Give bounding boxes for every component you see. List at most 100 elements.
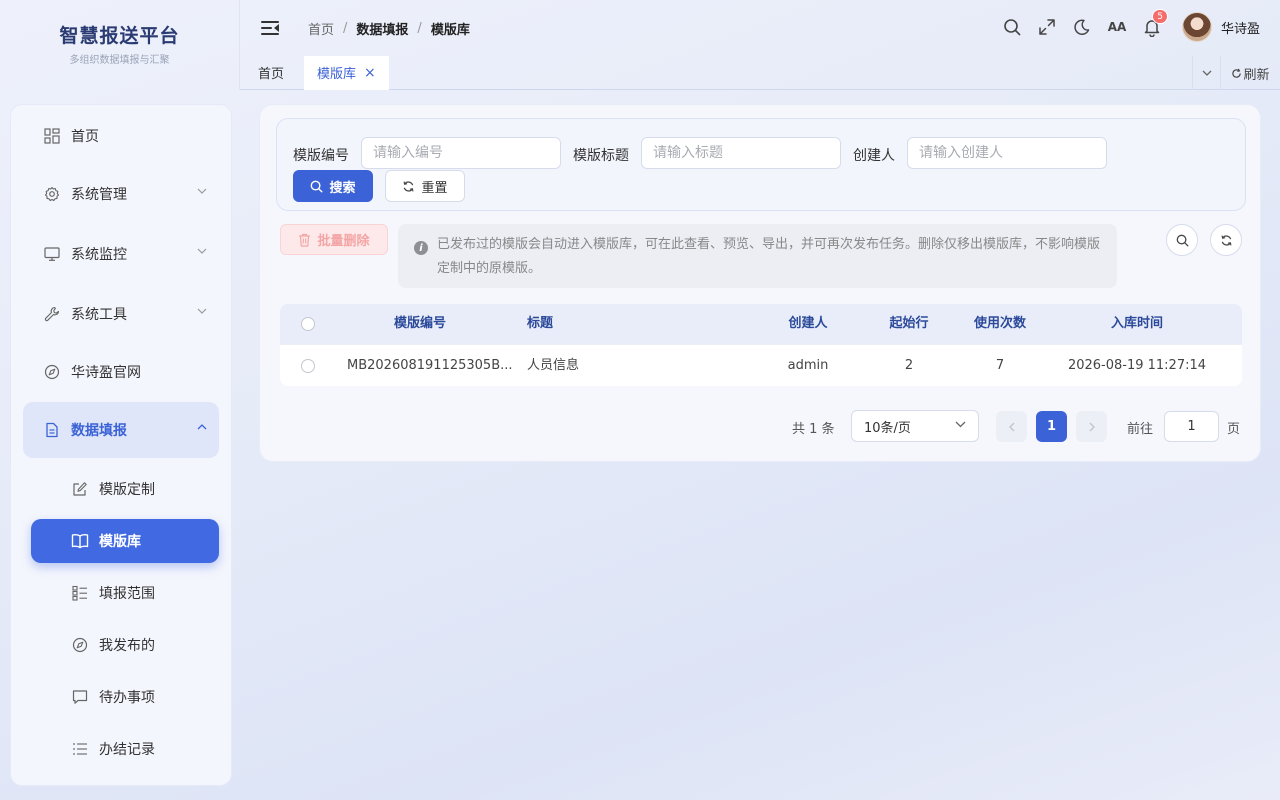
tabs-dropdown-button[interactable] bbox=[1192, 56, 1220, 90]
notice-text: 已发布过的模版会自动进入模版库，可在此查看、预览、导出，并可再次发布任务。删除仅… bbox=[437, 237, 1101, 276]
sidebar-subitem-label: 模版库 bbox=[99, 534, 141, 550]
sidebar-subitem-todo[interactable]: 待办事项 bbox=[31, 675, 219, 719]
info-notice: i 已发布过的模版会自动进入模版库，可在此查看、预览、导出，并可再次发布任务。删… bbox=[398, 224, 1117, 288]
sidebar-subitem-template-library[interactable]: 模版库 bbox=[31, 519, 219, 563]
compass-icon bbox=[71, 636, 89, 654]
top-bar: 首页 / 数据填报 / 模版库 AA 5 华诗盈 bbox=[240, 0, 1280, 56]
creator-input[interactable] bbox=[907, 137, 1107, 169]
code-input[interactable] bbox=[361, 137, 561, 169]
cell-template-code: MB202608191125305B... bbox=[347, 358, 513, 373]
breadcrumb-home[interactable]: 首页 bbox=[308, 19, 334, 38]
goto-label: 前往 bbox=[1127, 422, 1154, 437]
monitor-icon bbox=[43, 245, 61, 263]
sidebar-subitem-template-custom[interactable]: 模版定制 bbox=[31, 467, 219, 511]
prev-page-button[interactable] bbox=[996, 411, 1027, 442]
header-actions: AA 5 华诗盈 bbox=[987, 9, 1260, 42]
cell-use-count: 7 bbox=[995, 358, 1005, 373]
reset-button[interactable]: 重置 bbox=[385, 170, 465, 202]
user-name[interactable]: 华诗盈 bbox=[1221, 18, 1260, 37]
chevron-down-icon bbox=[197, 188, 207, 194]
batch-delete-label: 批量删除 bbox=[317, 234, 370, 249]
refresh-icon bbox=[1220, 234, 1232, 246]
document-icon bbox=[43, 421, 61, 439]
next-page-button[interactable] bbox=[1076, 411, 1107, 442]
list-icon bbox=[71, 740, 89, 758]
goto-page-input[interactable] bbox=[1164, 411, 1219, 442]
row-checkbox[interactable] bbox=[301, 359, 315, 373]
code-label: 模版编号 bbox=[293, 148, 349, 164]
fullscreen-icon[interactable] bbox=[1037, 17, 1057, 37]
compass-icon bbox=[43, 363, 61, 381]
close-icon[interactable]: × bbox=[364, 65, 376, 81]
font-size-icon[interactable]: AA bbox=[1107, 17, 1127, 37]
table-row[interactable]: MB202608191125305B... 人员信息 admin 2 7 202… bbox=[280, 344, 1242, 386]
edit-icon bbox=[71, 480, 89, 498]
chevron-right-icon bbox=[1089, 422, 1095, 431]
bell-icon[interactable]: 5 bbox=[1142, 9, 1168, 37]
batch-delete-button[interactable]: 批量删除 bbox=[280, 224, 388, 255]
search-form: 模版编号 模版标题 创建人 搜索 重置 bbox=[276, 118, 1246, 211]
avatar[interactable] bbox=[1181, 12, 1212, 42]
tab-home[interactable]: 首页 bbox=[246, 56, 296, 90]
sidebar-item-system-management[interactable]: 系统管理 bbox=[23, 166, 219, 222]
title-label: 模版标题 bbox=[573, 148, 629, 164]
main-card: 模版编号 模版标题 创建人 搜索 重置 批量删除 i 已发布过的模版会自动进入模… bbox=[259, 104, 1261, 462]
refresh-icon bbox=[402, 180, 415, 193]
page-size-select[interactable]: 10条/页 bbox=[851, 410, 979, 442]
sidebar-subitem-completed[interactable]: 办结记录 bbox=[31, 727, 219, 771]
toggle-search-button[interactable] bbox=[1166, 224, 1198, 256]
breadcrumb-separator: / bbox=[417, 20, 422, 36]
page-number-button[interactable]: 1 bbox=[1036, 411, 1067, 442]
sidebar-subitem-my-published[interactable]: 我发布的 bbox=[31, 623, 219, 667]
cell-creator: admin bbox=[787, 358, 829, 373]
sidebar-subitem-fill-scope[interactable]: 填报范围 bbox=[31, 571, 219, 615]
chevron-left-icon bbox=[1008, 422, 1014, 431]
column-header[interactable]: 创建人 bbox=[768, 304, 848, 344]
breadcrumb-separator: / bbox=[343, 20, 348, 36]
message-icon bbox=[71, 688, 89, 706]
page-size-value: 10条/页 bbox=[864, 420, 911, 436]
info-icon: i bbox=[414, 241, 428, 255]
book-icon bbox=[71, 532, 89, 550]
wrench-icon bbox=[43, 305, 61, 323]
column-header[interactable]: 使用次数 bbox=[960, 304, 1040, 344]
sidebar-item-label: 首页 bbox=[71, 129, 99, 145]
sidebar-item-system-monitor[interactable]: 系统监控 bbox=[23, 226, 219, 282]
tab-label: 首页 bbox=[258, 67, 285, 82]
breadcrumb-data-fill[interactable]: 数据填报 bbox=[356, 19, 408, 38]
sidebar-item-home[interactable]: 首页 bbox=[23, 108, 219, 164]
sidebar-subitem-label: 待办事项 bbox=[99, 690, 155, 706]
chevron-down-icon bbox=[197, 308, 207, 314]
sidebar-item-label: 华诗盈官网 bbox=[71, 365, 141, 381]
column-header[interactable]: 标题 bbox=[527, 304, 553, 344]
menu-fold-icon[interactable] bbox=[261, 21, 279, 35]
sidebar-item-data-fill[interactable]: 数据填报 bbox=[23, 402, 219, 458]
logo-area: 智慧报送平台 多组织数据填报与汇聚 bbox=[0, 0, 240, 90]
column-header[interactable]: 入库时间 bbox=[1067, 304, 1207, 344]
refresh-table-button[interactable] bbox=[1210, 224, 1242, 256]
sidebar-subitem-label: 办结记录 bbox=[99, 742, 155, 758]
dark-mode-icon[interactable] bbox=[1072, 17, 1092, 37]
trash-icon bbox=[299, 233, 311, 247]
sidebar-item-label: 系统监控 bbox=[71, 247, 127, 263]
pagination-total: 共 1 条 bbox=[792, 422, 835, 437]
select-all-checkbox[interactable] bbox=[301, 317, 315, 331]
column-header[interactable]: 模版编号 bbox=[370, 304, 470, 344]
search-icon[interactable] bbox=[1002, 17, 1022, 37]
tab-label: 模版库 bbox=[317, 67, 357, 82]
cell-start-row: 2 bbox=[904, 358, 914, 373]
template-table: 模版编号 标题 创建人 起始行 使用次数 入库时间 MB202608191125… bbox=[280, 304, 1242, 386]
sidebar-subitem-label: 我发布的 bbox=[99, 638, 155, 654]
search-icon bbox=[310, 180, 323, 193]
search-button[interactable]: 搜索 bbox=[293, 170, 373, 202]
tab-template-library[interactable]: 模版库 × bbox=[304, 55, 389, 90]
search-button-label: 搜索 bbox=[329, 180, 356, 196]
sidebar-item-official-site[interactable]: 华诗盈官网 bbox=[23, 344, 219, 400]
cell-title: 人员信息 bbox=[527, 358, 580, 373]
list-grid-icon bbox=[71, 584, 89, 602]
refresh-button[interactable]: 刷新 bbox=[1220, 56, 1280, 90]
column-header[interactable]: 起始行 bbox=[869, 304, 949, 344]
sidebar-item-system-tools[interactable]: 系统工具 bbox=[23, 286, 219, 342]
title-input[interactable] bbox=[641, 137, 841, 169]
chevron-down-icon bbox=[1202, 70, 1211, 76]
